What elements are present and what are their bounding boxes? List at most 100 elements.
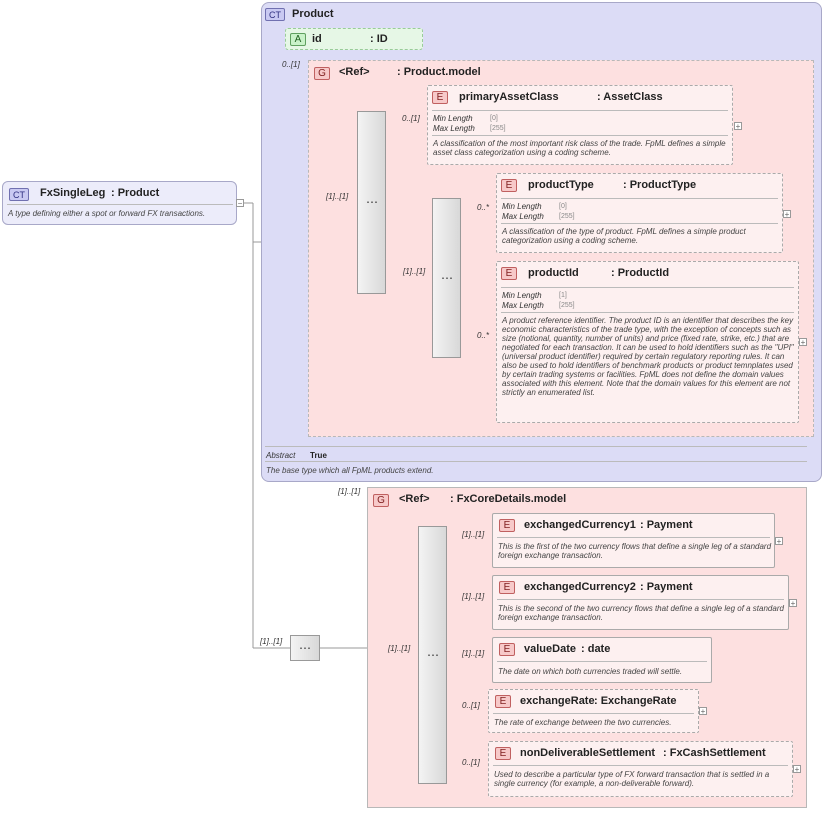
sequence-icon: ⋯ (299, 641, 311, 655)
element-type: : AssetClass (597, 91, 663, 103)
max-length-value: [255] (559, 302, 575, 309)
element-icon: E (499, 643, 515, 656)
divider (493, 713, 694, 714)
divider (497, 537, 770, 538)
divider (501, 312, 794, 313)
max-length-label: Max Length (433, 124, 475, 133)
element-name: exchangeRate (520, 695, 595, 707)
element-icon: E (495, 695, 511, 708)
divider (265, 461, 807, 462)
element-description: A classification of the type of product.… (502, 227, 746, 245)
element-type: : ProductId (611, 267, 670, 279)
element-cardinality: 0..[1] (402, 114, 420, 123)
divider (265, 446, 807, 447)
element-valueDate[interactable]: E valueDate : date The date on which bot… (492, 637, 712, 683)
divider (7, 204, 233, 205)
sequence-icon: ⋯ (427, 648, 439, 662)
element-productType[interactable]: E productType : ProductType Min Length [… (496, 173, 783, 253)
sequence-compositor[interactable]: ⋯ (432, 198, 461, 358)
group-cardinality: [1]..[1] (326, 192, 349, 201)
divider (432, 135, 728, 136)
expand-icon[interactable]: + (799, 338, 807, 347)
element-name: productType (528, 179, 594, 191)
group-ref: <Ref> (399, 493, 430, 505)
element-icon: E (501, 179, 517, 192)
sequence-compositor[interactable]: ⋯ (290, 635, 320, 661)
element-type: : FxCashSettlement (663, 747, 766, 759)
element-name: nonDeliverableSettlement (520, 747, 656, 759)
collapse-icon[interactable]: − (236, 199, 244, 208)
min-length-value: [0] (490, 115, 498, 122)
element-icon: E (501, 267, 517, 280)
element-description: This is the second of the two currency f… (498, 604, 784, 622)
sequence-compositor[interactable]: ⋯ (357, 111, 386, 294)
expand-icon[interactable]: + (783, 210, 791, 219)
element-nonDeliverableSettlement[interactable]: E nonDeliverableSettlement : FxCashSettl… (488, 741, 793, 797)
element-icon: E (499, 581, 515, 594)
divider (501, 198, 778, 199)
min-length-value: [0] (559, 203, 567, 210)
max-length-value: [255] (559, 213, 575, 220)
element-exchangedCurrency2[interactable]: E exchangedCurrency2 : Payment This is t… (492, 575, 789, 630)
element-primaryAssetClass[interactable]: E primaryAssetClass : AssetClass Min Len… (427, 85, 733, 165)
max-length-value: [255] (490, 125, 506, 132)
element-icon: E (499, 519, 515, 532)
element-exchangeRate[interactable]: E exchangeRate : ExchangeRate The rate o… (488, 689, 699, 733)
element-description: This is the first of the two currency fl… (498, 542, 772, 560)
product-type-title: Product (292, 8, 334, 20)
element-type: : ExchangeRate (594, 695, 677, 707)
min-length-label: Min Length (502, 291, 542, 300)
element-exchangedCurrency1[interactable]: E exchangedCurrency1 : Payment This is t… (492, 513, 775, 568)
element-cardinality: [1]..[1] (462, 530, 485, 539)
element-description: The rate of exchange between the two cur… (494, 718, 672, 727)
expand-icon[interactable]: + (775, 537, 783, 546)
element-name: primaryAssetClass (459, 91, 559, 103)
max-length-label: Max Length (502, 301, 544, 310)
divider (497, 661, 707, 662)
element-description: Used to describe a particular type of FX… (494, 770, 770, 788)
attribute-type: : ID (370, 33, 388, 45)
divider (501, 287, 794, 288)
element-type: : Payment (640, 581, 693, 593)
attribute-icon: A (290, 33, 306, 46)
element-description: A product reference identifier. The prod… (502, 316, 794, 397)
element-productId[interactable]: E productId : ProductId Min Length [1] M… (496, 261, 799, 423)
divider (497, 599, 784, 600)
divider (493, 765, 788, 766)
expand-icon[interactable]: + (734, 122, 742, 131)
group-ref: <Ref> (339, 66, 370, 78)
root-type-name: FxSingleLeg (40, 187, 106, 199)
group-icon: G (314, 67, 330, 80)
sequence-cardinality: [1]..[1] (388, 644, 411, 653)
expand-icon[interactable]: + (789, 599, 797, 608)
attribute-name: id (312, 33, 322, 45)
root-type-description: A type defining either a spot or forward… (8, 209, 206, 218)
element-cardinality: 0..* (477, 203, 490, 212)
sequence-cardinality: [1]..[1] (260, 637, 283, 646)
sequence-icon: ⋯ (366, 195, 378, 209)
element-name: productId (528, 267, 579, 279)
group-cardinality: [1]..[1] (338, 487, 361, 496)
sequence-icon: ⋯ (441, 271, 453, 285)
element-name: exchangedCurrency2 (524, 581, 636, 593)
element-cardinality: 0..* (477, 331, 490, 340)
min-length-value: [1] (559, 292, 567, 299)
element-description: A classification of the most important r… (433, 139, 726, 157)
expand-icon[interactable]: + (793, 765, 801, 774)
abstract-value: True (310, 451, 327, 460)
sequence-compositor[interactable]: ⋯ (418, 526, 447, 784)
group-icon: G (373, 494, 389, 507)
attribute-id[interactable]: A id : ID (285, 28, 423, 50)
element-cardinality: 0..[1] (462, 701, 480, 710)
attribute-cardinality: 0..[1] (282, 60, 300, 69)
root-type-box[interactable]: CT FxSingleLeg : Product A type defining… (2, 181, 237, 225)
divider (432, 110, 728, 111)
min-length-label: Min Length (433, 114, 473, 123)
expand-icon[interactable]: + (699, 707, 707, 716)
element-description: The date on which both currencies traded… (498, 667, 683, 676)
min-length-label: Min Length (502, 202, 542, 211)
element-type: : ProductType (623, 179, 697, 191)
element-icon: E (495, 747, 511, 760)
element-type: : date (581, 643, 611, 655)
product-type-description: The base type which all FpML products ex… (266, 466, 434, 475)
